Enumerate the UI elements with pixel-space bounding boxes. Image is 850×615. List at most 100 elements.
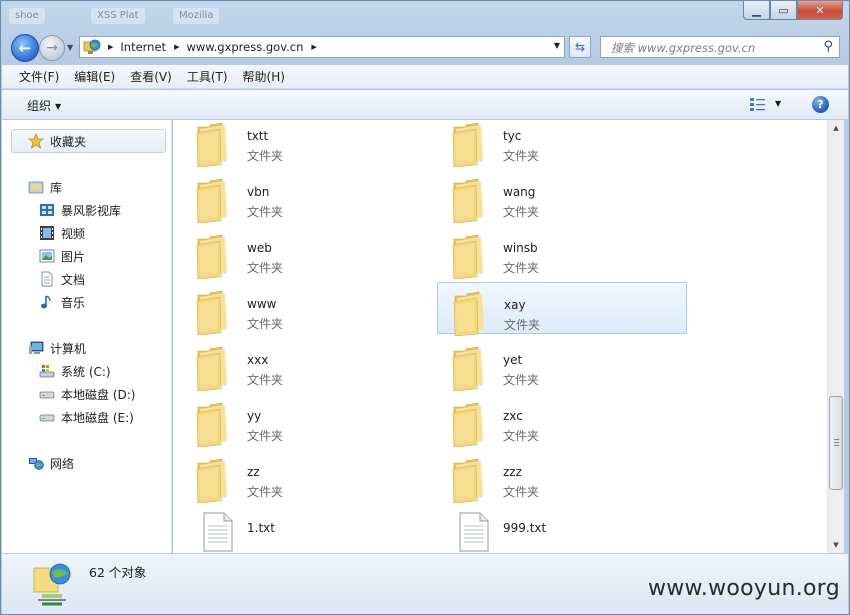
maximize-button[interactable]: ▭ <box>770 1 797 20</box>
item-name: 999.txt <box>503 521 547 535</box>
item-type: 文件夹 <box>247 429 284 443</box>
view-dropdown-arrow[interactable]: ▼ <box>775 99 781 108</box>
folder-item[interactable]: yy 文件夹 <box>181 394 431 448</box>
file-item[interactable]: 1.txt <box>181 506 431 553</box>
star-icon <box>27 132 45 149</box>
item-name: zzz <box>503 465 522 479</box>
hard-drive-icon <box>39 386 55 402</box>
menu-view[interactable]: 查看(V) <box>123 68 180 85</box>
folder-item[interactable]: wang 文件夹 <box>437 170 687 224</box>
search-icon[interactable]: ⚲ <box>823 39 833 54</box>
explorer-window: shoe XSS Plat Mozilla ▁ ▭ ✕ ← → ▼ ▶ Inte… <box>0 0 850 615</box>
file-item[interactable]: 999.txt <box>437 506 687 553</box>
chevron-right-icon[interactable]: ▶ <box>311 43 316 51</box>
organize-button[interactable]: 组织 ▼ <box>27 97 61 114</box>
scroll-down-arrow[interactable]: ▼ <box>828 537 844 553</box>
item-name: xxx <box>247 353 269 367</box>
hard-drive-icon <box>39 409 55 425</box>
recent-pages-dropdown[interactable]: ▼ <box>67 43 73 52</box>
folder-item[interactable]: web 文件夹 <box>181 226 431 280</box>
vertical-scrollbar[interactable]: ▲ ▼ <box>827 120 844 553</box>
chevron-right-icon[interactable]: ▶ <box>108 43 113 51</box>
sidebar-item-drive-d[interactable]: 本地磁盘 (D:) <box>39 384 135 404</box>
sidebar-item-videos[interactable]: 视频 <box>39 223 85 243</box>
sidebar-item-drive-e[interactable]: 本地磁盘 (E:) <box>39 407 134 427</box>
picture-icon <box>39 248 55 264</box>
sidebar-item-pictures[interactable]: 图片 <box>39 246 85 266</box>
breadcrumb-host[interactable]: www.gxpress.gov.cn <box>186 40 303 54</box>
folder-item[interactable]: vbn 文件夹 <box>181 170 431 224</box>
refresh-button[interactable]: ⇆ <box>569 36 591 58</box>
sidebar-item-music[interactable]: 音乐 <box>39 292 85 312</box>
folder-item[interactable]: www 文件夹 <box>181 282 431 336</box>
folder-item[interactable]: zxc 文件夹 <box>437 394 687 448</box>
sidebar-item-favorites[interactable]: 收藏夹 <box>11 129 166 153</box>
system-drive-icon <box>39 363 55 379</box>
close-icon: ✕ <box>815 3 825 17</box>
menu-tools[interactable]: 工具(T) <box>180 68 236 85</box>
back-button[interactable]: ← <box>11 34 39 62</box>
file-list: txtt 文件夹 tyc 文件夹 vbn 文件夹 wang 文件夹 web 文件夹 winsb 文件夹… <box>173 120 827 553</box>
minimize-button[interactable]: ▁ <box>743 1 770 20</box>
background-tab: XSS Plat <box>91 8 145 24</box>
breadcrumb: ▶ Internet ▶ www.gxpress.gov.cn ▶ <box>104 40 324 54</box>
background-tab: Mozilla <box>173 8 220 24</box>
folder-item[interactable]: yet 文件夹 <box>437 338 687 392</box>
help-button[interactable]: ? <box>812 96 829 113</box>
sidebar-label: 库 <box>50 180 63 195</box>
item-type: 文件夹 <box>503 205 540 219</box>
folder-item[interactable]: tyc 文件夹 <box>437 120 687 168</box>
chevron-down-icon: ▼ <box>55 102 62 111</box>
arrow-left-icon: ← <box>18 39 32 57</box>
folder-item[interactable]: winsb 文件夹 <box>437 226 687 280</box>
sidebar-item-baofeng-library[interactable]: 暴风影视库 <box>39 200 121 220</box>
menu-file[interactable]: 文件(F) <box>12 68 67 85</box>
folder-item[interactable]: xay 文件夹 <box>437 282 687 337</box>
folder-item[interactable]: xxx 文件夹 <box>181 338 431 392</box>
search-input[interactable] <box>609 38 823 58</box>
scroll-thumb[interactable] <box>829 396 843 490</box>
close-button[interactable]: ✕ <box>797 1 843 20</box>
folder-item[interactable]: zzz 文件夹 <box>437 450 687 504</box>
item-type: 文件夹 <box>503 149 540 163</box>
sidebar-label: 视频 <box>61 226 86 241</box>
sidebar-item-computer[interactable]: 计算机 <box>28 338 86 358</box>
breadcrumb-internet[interactable]: Internet <box>120 40 166 54</box>
network-icon <box>28 455 44 471</box>
watermark: www.wooyun.org <box>647 576 840 601</box>
view-options-icon <box>750 98 765 111</box>
sidebar-label: 系统 (C:) <box>61 364 111 379</box>
item-name: xay <box>504 298 526 312</box>
folder-icon <box>453 290 486 337</box>
menu-edit[interactable]: 编辑(E) <box>67 68 123 85</box>
window-controls: ▁ ▭ ✕ <box>743 1 843 20</box>
item-name: wang <box>503 185 536 199</box>
sidebar-item-libraries[interactable]: 库 <box>28 177 62 197</box>
sidebar-item-network[interactable]: 网络 <box>28 453 74 473</box>
sidebar-label: 文档 <box>61 272 86 287</box>
minimize-icon: ▁ <box>752 3 761 17</box>
organize-label: 组织 <box>27 99 52 113</box>
sidebar-item-documents[interactable]: 文档 <box>39 269 85 289</box>
chevron-right-icon[interactable]: ▶ <box>174 43 179 51</box>
network-location-icon <box>83 39 101 55</box>
music-note-icon <box>39 294 55 310</box>
address-bar[interactable]: ▶ Internet ▶ www.gxpress.gov.cn ▶ ▼ <box>79 36 565 58</box>
forward-button[interactable]: → <box>39 35 65 61</box>
address-dropdown[interactable]: ▼ <box>554 41 560 50</box>
folder-item[interactable]: txtt 文件夹 <box>181 120 431 168</box>
sidebar-item-drive-c[interactable]: 系统 (C:) <box>39 361 111 381</box>
search-box: ⚲ <box>600 36 840 58</box>
item-name: 1.txt <box>247 521 275 535</box>
item-type: 文件夹 <box>247 205 284 219</box>
menu-help[interactable]: 帮助(H) <box>236 68 293 85</box>
film-icon <box>39 225 55 241</box>
folder-item[interactable]: zz 文件夹 <box>181 450 431 504</box>
folder-icon <box>452 121 485 168</box>
sidebar-label: 音乐 <box>61 295 86 310</box>
change-view-button[interactable] <box>749 97 767 112</box>
object-count: 62 个对象 <box>89 565 147 580</box>
video-library-icon <box>39 202 55 218</box>
item-name: txtt <box>247 129 269 143</box>
scroll-up-arrow[interactable]: ▲ <box>828 120 844 136</box>
